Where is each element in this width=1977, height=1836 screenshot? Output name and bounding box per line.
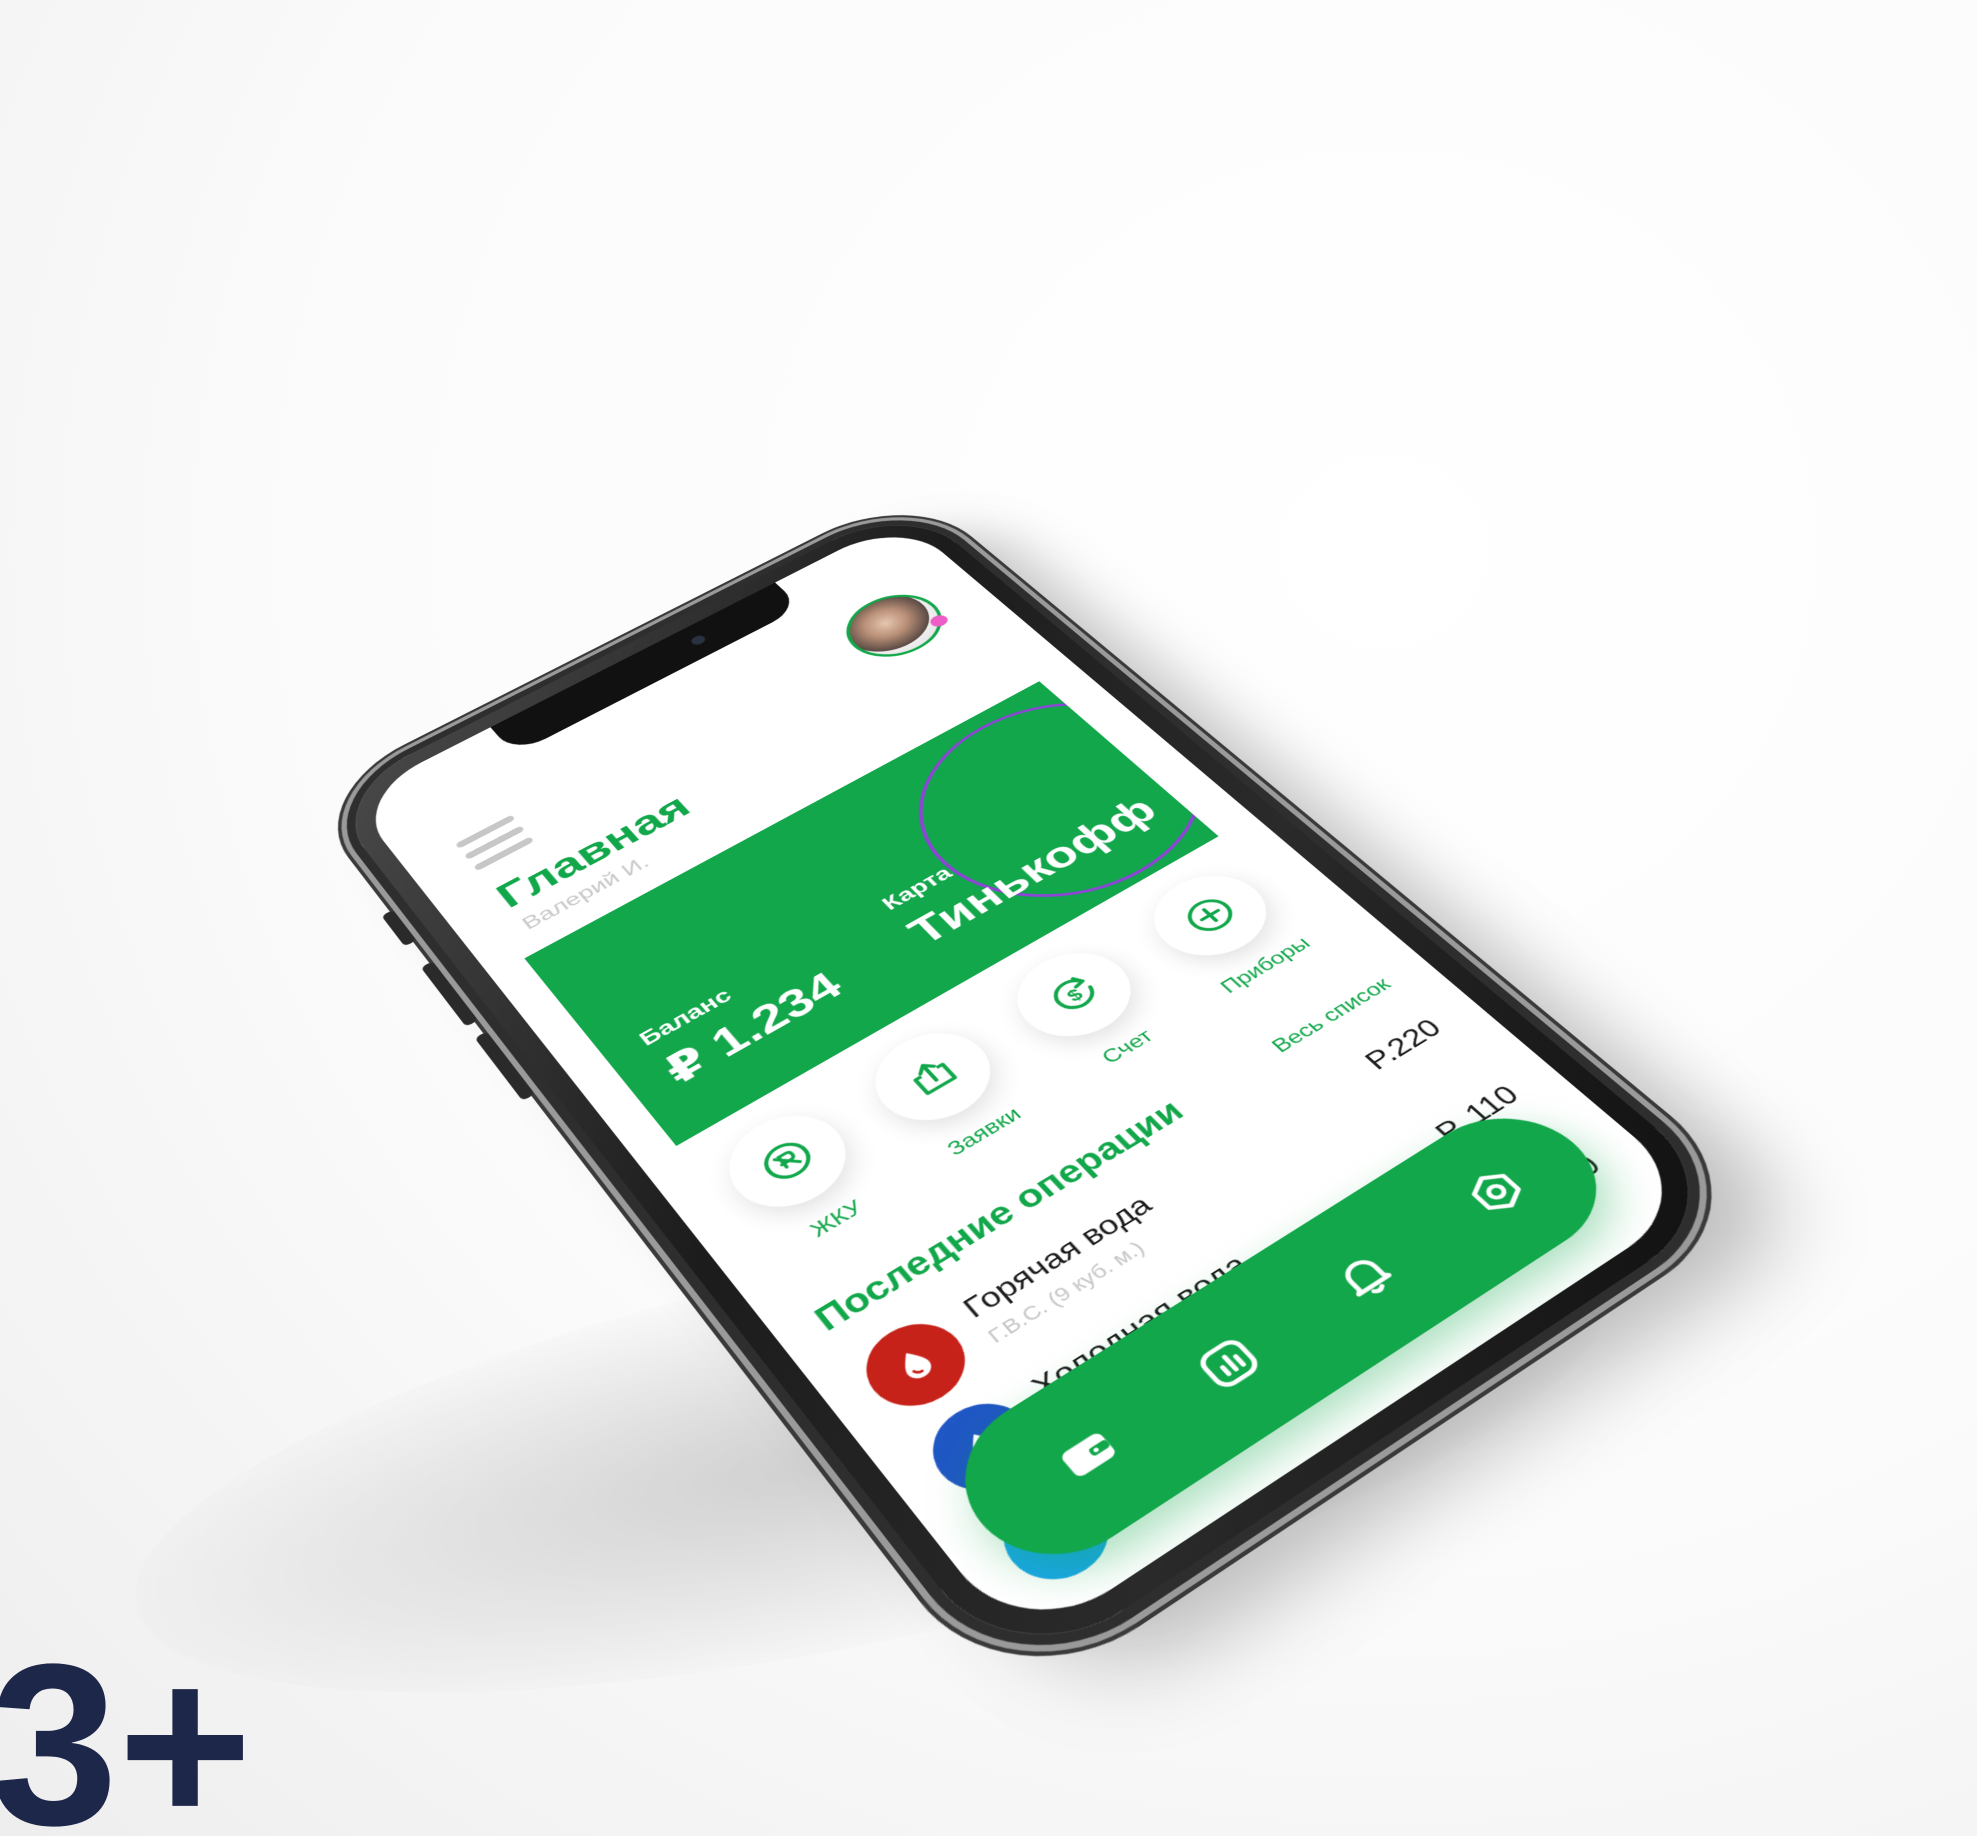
dollar-cycle-icon: $: [1036, 966, 1112, 1022]
tab-stats[interactable]: [1177, 1321, 1281, 1406]
phone-volume-up: [420, 961, 479, 1027]
tab-settings[interactable]: [1445, 1153, 1547, 1231]
front-camera: [689, 633, 708, 647]
operation-amount: P.220: [1357, 1013, 1448, 1076]
promo-corner-text: 3+: [0, 1616, 253, 1836]
promo-stage: Главная Валерий И. Баланс ₽ 1.234 Карта …: [0, 0, 1977, 1836]
phone-mute-switch: [381, 909, 417, 947]
settings-icon: [1453, 1159, 1539, 1225]
plus-icon: [1172, 888, 1248, 942]
status-dot: [927, 612, 952, 629]
no-currency-icon: [749, 1130, 826, 1192]
avatar[interactable]: [828, 582, 961, 670]
svg-text:$: $: [1062, 985, 1087, 1005]
phone-volume-down: [474, 1031, 536, 1101]
bell-icon: [1322, 1242, 1409, 1311]
wallet-icon: [1059, 1431, 1118, 1479]
phone-notch: [490, 582, 802, 755]
stats-icon: [1185, 1328, 1272, 1400]
tab-wallet[interactable]: [1036, 1410, 1140, 1499]
tab-notifications[interactable]: [1314, 1236, 1417, 1317]
menu-icon[interactable]: [455, 814, 535, 872]
hot-water-drop-icon: [848, 1307, 985, 1423]
share-icon: [895, 1047, 971, 1106]
